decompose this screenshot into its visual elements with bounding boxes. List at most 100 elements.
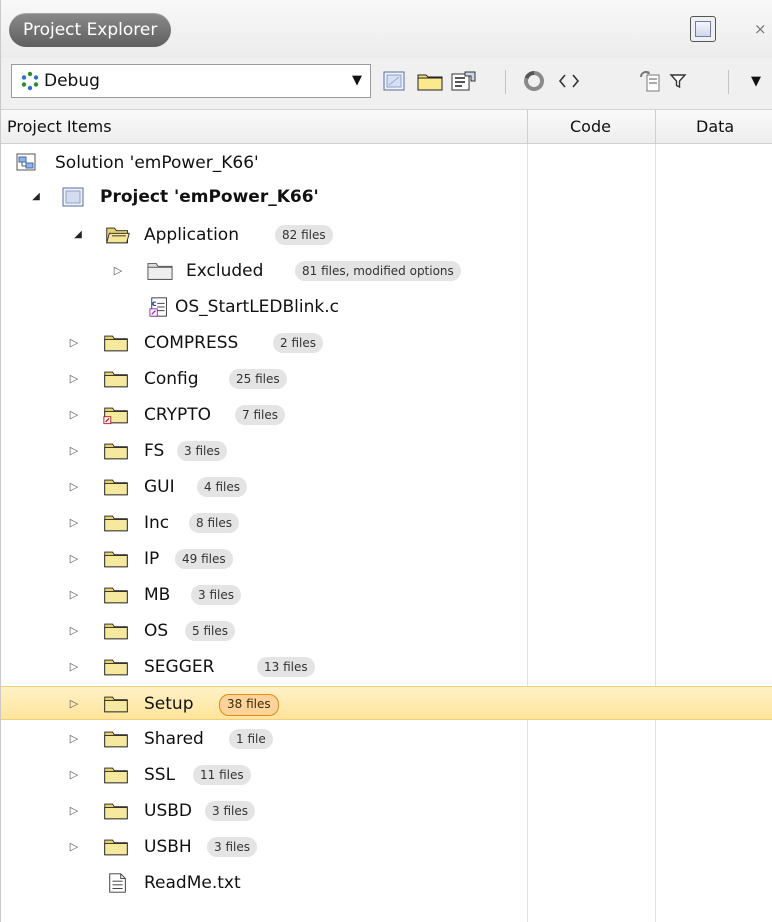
- project-explorer-window: Project Explorer × Debug ▼ ▼ Project Ite…: [0, 0, 772, 922]
- c-file-icon: c: [149, 297, 167, 317]
- tree-item-readme[interactable]: ReadMe.txt: [1, 866, 772, 900]
- tree-item-folder[interactable]: ▷ FS 3 files: [1, 434, 772, 468]
- collapsed-arrow-icon[interactable]: ▷: [67, 650, 81, 684]
- column-data[interactable]: Data: [696, 110, 734, 143]
- tree-item-folder[interactable]: ▷ COMPRESS 2 files: [1, 326, 772, 360]
- code-icon[interactable]: [556, 68, 582, 94]
- tree-item-folder-selected[interactable]: ▷ Setup 38 files: [1, 686, 772, 720]
- collapsed-arrow-icon[interactable]: ▷: [67, 794, 81, 828]
- collapsed-arrow-icon[interactable]: ▷: [111, 254, 125, 288]
- tree-item-folder[interactable]: ▷ IP 49 files: [1, 542, 772, 576]
- tree-item-solution[interactable]: Solution 'emPower_K66': [1, 146, 772, 180]
- file-count-badge: 8 files: [189, 513, 239, 533]
- folder-icon: [104, 767, 128, 784]
- configuration-select[interactable]: Debug ▼: [11, 64, 371, 98]
- tree-item-folder[interactable]: ▷ OS 5 files: [1, 614, 772, 648]
- collapsed-arrow-icon[interactable]: ▷: [67, 398, 81, 432]
- file-count-badge: 1 file: [229, 729, 273, 749]
- folder-icon: [104, 371, 128, 388]
- collapsed-arrow-icon[interactable]: ▷: [67, 470, 81, 504]
- tree-item-label: Inc: [144, 513, 170, 533]
- collapsed-arrow-icon[interactable]: ▷: [67, 362, 81, 396]
- folder-icon: [104, 335, 128, 352]
- tree-item-label: MB: [144, 585, 171, 605]
- tree-item-folder[interactable]: ▷ MB 3 files: [1, 578, 772, 612]
- collapsed-arrow-icon[interactable]: ▷: [67, 687, 81, 721]
- tree-item-label: CRYPTO: [144, 405, 211, 425]
- text-file-icon: [109, 873, 126, 893]
- tree-item-file-c[interactable]: c OS_StartLEDBlink.c: [1, 290, 772, 324]
- filter-icon[interactable]: [665, 68, 691, 94]
- collapsed-arrow-icon[interactable]: ▷: [67, 758, 81, 792]
- collapsed-arrow-icon[interactable]: ▷: [67, 614, 81, 648]
- folder-icon: [104, 623, 128, 640]
- file-count-badge: 13 files: [257, 657, 315, 677]
- tree-item-label: Excluded: [186, 261, 264, 281]
- folder-linked-icon: [103, 407, 128, 425]
- configuration-label: Debug: [44, 71, 100, 91]
- collapsed-arrow-icon[interactable]: ▷: [67, 326, 81, 360]
- folder-icon: [104, 551, 128, 568]
- expanded-arrow-icon[interactable]: ◢: [71, 218, 85, 252]
- window-layout-icon[interactable]: [690, 16, 716, 42]
- tree-item-label: Setup: [144, 694, 194, 714]
- collapsed-arrow-icon[interactable]: ▷: [67, 434, 81, 468]
- tree-item-folder[interactable]: ▷ CRYPTO 7 files: [1, 398, 772, 432]
- tree-item-label: Config: [144, 369, 199, 389]
- folder-icon: [104, 443, 128, 460]
- collapsed-arrow-icon[interactable]: ▷: [67, 506, 81, 540]
- folder-icon: [104, 696, 128, 713]
- tree-item-folder[interactable]: ▷ Inc 8 files: [1, 506, 772, 540]
- file-count-badge: 49 files: [175, 549, 233, 569]
- tree-item-folder[interactable]: ▷ Shared 1 file: [1, 722, 772, 756]
- tree-item-label: IP: [144, 549, 160, 569]
- collapsed-arrow-icon[interactable]: ▷: [67, 578, 81, 612]
- link-icon[interactable]: [637, 68, 663, 94]
- close-icon[interactable]: ×: [754, 16, 767, 42]
- toolbar: Debug ▼ ▼: [1, 58, 772, 110]
- tree-item-project[interactable]: ◢ Project 'emPower_K66': [1, 180, 772, 214]
- tree-item-label: OS_StartLEDBlink.c: [175, 297, 339, 317]
- column-divider[interactable]: [527, 110, 528, 144]
- tree-item-label: COMPRESS: [144, 333, 239, 353]
- collapsed-arrow-icon[interactable]: ▷: [67, 542, 81, 576]
- tree-item-folder[interactable]: ▷ Config 25 files: [1, 362, 772, 396]
- file-count-badge: 7 files: [235, 405, 285, 425]
- refresh-icon[interactable]: [521, 68, 547, 94]
- tree-item-label: FS: [144, 441, 165, 461]
- properties-icon[interactable]: [381, 68, 407, 94]
- file-count-badge: 3 files: [205, 801, 255, 821]
- column-project-items[interactable]: Project Items: [7, 110, 112, 143]
- collapsed-arrow-icon[interactable]: ▷: [67, 722, 81, 756]
- tree-item-folder[interactable]: ▷ SEGGER 13 files: [1, 650, 772, 684]
- tree-item-label: Solution 'emPower_K66': [55, 153, 259, 173]
- file-count-badge: 4 files: [197, 477, 247, 497]
- collapsed-arrow-icon[interactable]: ▷: [67, 830, 81, 864]
- folder-open-icon: [106, 227, 130, 244]
- column-divider[interactable]: [655, 110, 656, 144]
- tree-item-application[interactable]: ◢ Application 82 files: [1, 218, 772, 252]
- toolbar-separator: [505, 70, 506, 94]
- file-count-badge: 5 files: [185, 621, 235, 641]
- toolbar-separator: [728, 70, 729, 94]
- tree-item-folder[interactable]: ▷ USBH 3 files: [1, 830, 772, 864]
- toolbar-overflow-icon[interactable]: ▼: [743, 68, 769, 94]
- file-count-badge: 3 files: [191, 585, 241, 605]
- column-header: Project Items Code Data: [1, 110, 772, 144]
- tree-item-folder[interactable]: ▷ USBD 3 files: [1, 794, 772, 828]
- tree-item-excluded[interactable]: ▷ Excluded 81 files, modified options: [1, 254, 772, 288]
- tree-item-label: SEGGER: [144, 657, 215, 677]
- window-title[interactable]: Project Explorer: [9, 13, 172, 47]
- options-icon[interactable]: [451, 68, 477, 94]
- tree-item-label: Application: [144, 225, 239, 245]
- tree-item-label: OS: [144, 621, 169, 641]
- tree-item-label: USBH: [144, 837, 192, 857]
- expanded-arrow-icon[interactable]: ◢: [29, 180, 43, 214]
- file-count-badge: 3 files: [177, 441, 227, 461]
- tree-item-folder[interactable]: ▷ GUI 4 files: [1, 470, 772, 504]
- column-code[interactable]: Code: [570, 110, 611, 143]
- new-folder-icon[interactable]: [417, 68, 443, 94]
- file-count-badge: 2 files: [273, 333, 323, 353]
- tree-item-label: Shared: [144, 729, 204, 749]
- tree-item-folder[interactable]: ▷ SSL 11 files: [1, 758, 772, 792]
